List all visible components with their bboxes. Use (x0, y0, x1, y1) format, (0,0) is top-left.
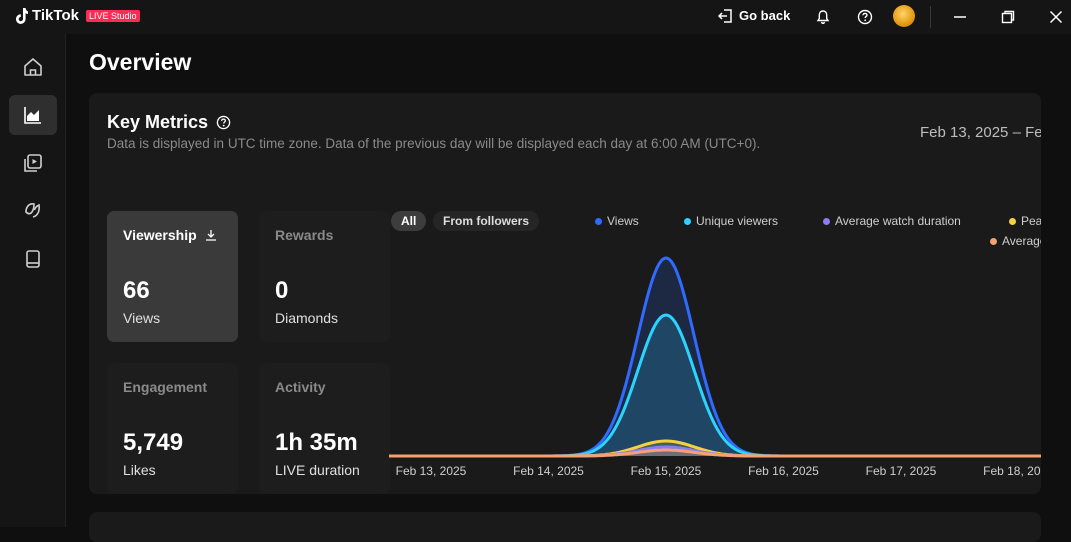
legend-unique-viewers[interactable]: Unique viewers (684, 214, 778, 228)
metric-label-text: Activity (275, 379, 326, 395)
sidebar (0, 34, 66, 527)
key-metrics-title: Key Metrics (107, 112, 209, 132)
app-name: TikTok (32, 7, 79, 24)
x-tick-label: Feb 18, 2025 (983, 464, 1041, 478)
metric-label: Activity (275, 379, 374, 395)
page-title: Overview (89, 49, 192, 75)
date-range-picker[interactable]: Feb 13, 2025 – Feb 1 (920, 124, 1041, 141)
user-avatar[interactable] (893, 5, 915, 27)
x-tick-label: Feb 14, 2025 (513, 464, 584, 478)
main-content: Overview Key Metrics Data is displayed i… (66, 34, 1071, 542)
legend-label: Unique viewers (696, 214, 779, 228)
metric-value: 5,749 (123, 429, 184, 456)
metric-label: Engagement (123, 379, 222, 395)
legend-dot (823, 217, 830, 225)
metric-label-text: Rewards (275, 227, 334, 243)
go-back-label: Go back (739, 8, 791, 23)
titlebar-divider (930, 6, 931, 28)
restore-button[interactable] (998, 7, 1018, 27)
video-library-icon (24, 154, 42, 172)
metric-label-text: Viewership (123, 227, 197, 243)
live-studio-badge: LIVE Studio (85, 9, 140, 22)
key-metrics-header: Key Metrics (107, 112, 231, 133)
metric-label-text: Engagement (123, 379, 208, 395)
legend-dot (595, 217, 602, 225)
close-button[interactable] (1046, 7, 1066, 27)
x-tick-label: Feb 17, 2025 (866, 464, 937, 478)
notifications-button[interactable] (813, 7, 833, 27)
metric-label: Rewards (275, 227, 374, 243)
filter-from-followers[interactable]: From followers (433, 211, 540, 231)
metric-tile-viewership[interactable]: Viewership 66 Views (107, 211, 238, 342)
metric-unit: LIVE duration (275, 462, 360, 478)
viewership-chart[interactable]: Feb 13, 2025 Feb 14, 2025 Feb 15, 2025 Feb … (389, 233, 1041, 494)
x-tick-label: Feb 13, 2025 (396, 464, 467, 478)
filter-all[interactable]: All (391, 211, 427, 231)
legend-dot (684, 217, 691, 225)
legend-label: Peak co (1021, 214, 1041, 228)
sidebar-item-videos[interactable] (9, 143, 57, 183)
metric-value: 1h 35m (275, 429, 358, 456)
minimize-icon (954, 16, 966, 18)
home-icon (24, 58, 42, 76)
metric-tile-engagement[interactable]: Engagement 5,749 Likes (107, 363, 238, 494)
restore-icon (1001, 10, 1015, 24)
sidebar-item-analytics[interactable] (9, 95, 57, 135)
minimize-button[interactable] (950, 7, 970, 27)
series-area-unique-viewers (389, 315, 1041, 456)
go-back-icon (717, 8, 732, 23)
metric-unit: Views (123, 310, 161, 326)
sidebar-item-gifts[interactable] (9, 191, 57, 231)
secondary-card (89, 512, 1041, 542)
legend-dot (1009, 217, 1016, 225)
metric-tile-activity[interactable]: Activity 1h 35m LIVE duration (259, 363, 390, 494)
close-icon (1049, 10, 1063, 24)
legend-average-watch-duration[interactable]: Average watch duration (823, 214, 961, 228)
legend-peak[interactable]: Peak co (1009, 214, 1041, 228)
tiktok-note-icon (16, 7, 28, 24)
metric-value: 0 (275, 277, 289, 304)
metric-label: Viewership (123, 227, 222, 243)
book-icon (26, 250, 40, 268)
legend-views[interactable]: Views (595, 214, 639, 228)
metric-unit: Diamonds (275, 310, 339, 326)
x-tick-label: Feb 15, 2025 (631, 464, 702, 478)
x-tick-label: Feb 16, 2025 (748, 464, 819, 478)
key-metrics-subtitle: Data is displayed in UTC time zone. Data… (107, 136, 761, 151)
metric-unit: Likes (123, 462, 156, 478)
metric-tile-rewards[interactable]: Rewards 0 Diamonds (259, 211, 390, 342)
title-bar: TikTok LIVE Studio Go back (0, 0, 1071, 34)
help-icon[interactable] (216, 115, 231, 130)
help-button[interactable] (855, 7, 875, 27)
download-icon[interactable] (205, 229, 217, 241)
legend-label: Views (607, 214, 639, 228)
tiktok-logo: TikTok LIVE Studio (14, 7, 140, 24)
bell-icon (816, 10, 830, 25)
sidebar-item-home[interactable] (9, 47, 57, 87)
help-icon (857, 9, 873, 25)
analytics-chart-icon (24, 107, 41, 124)
key-metrics-card: Key Metrics Data is displayed in UTC tim… (89, 93, 1041, 494)
sidebar-item-guide[interactable] (9, 239, 57, 279)
go-back-button[interactable]: Go back (717, 8, 790, 23)
metric-value: 66 (123, 277, 150, 304)
legend-label: Average watch duration (835, 214, 961, 228)
leaf-icon (25, 203, 40, 218)
